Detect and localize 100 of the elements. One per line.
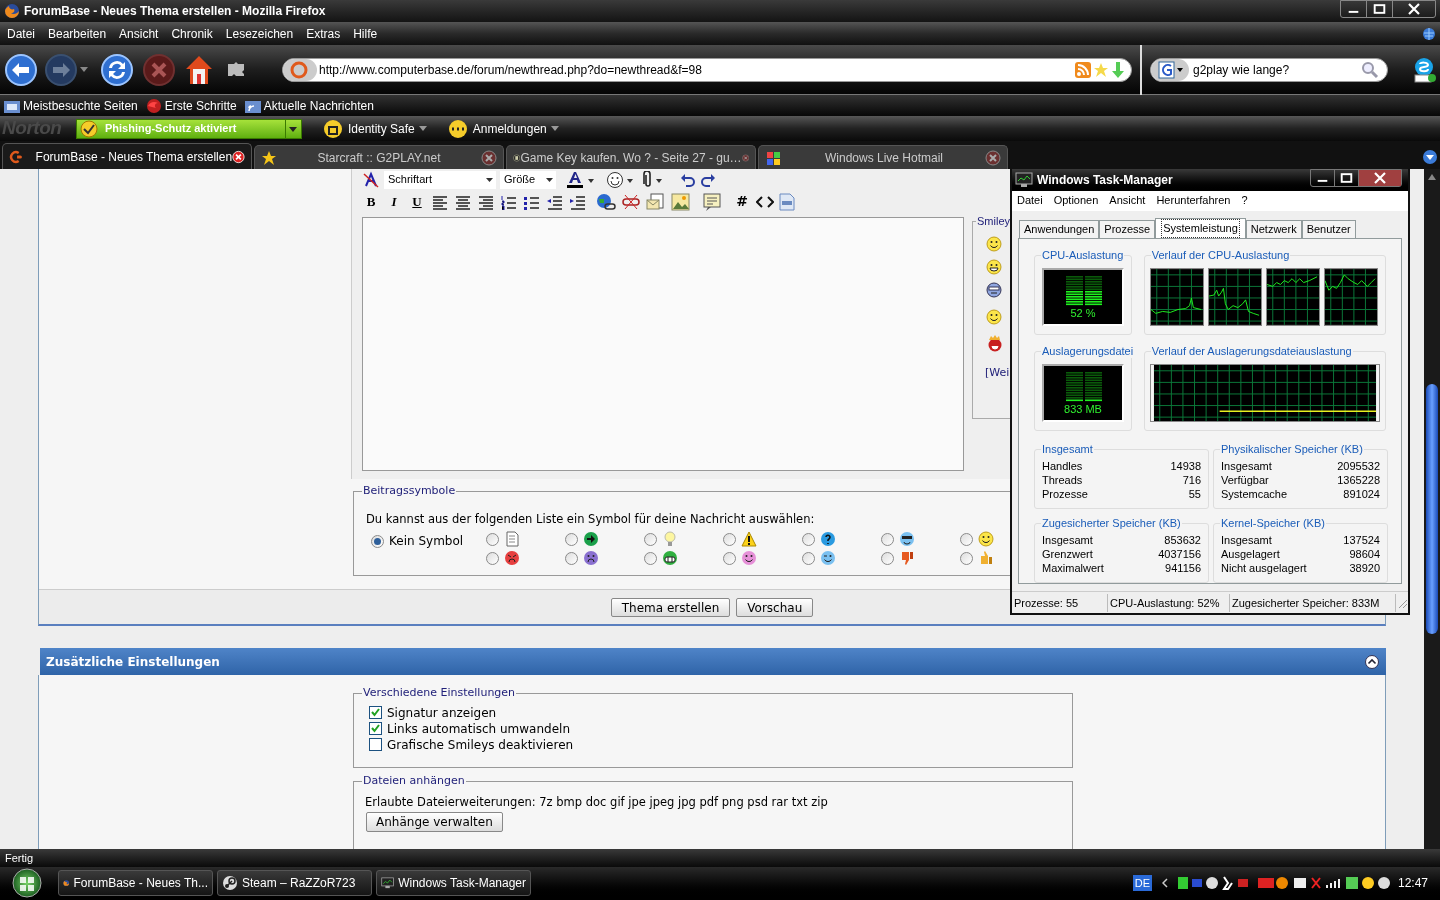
menu-item[interactable]: Chronik bbox=[171, 24, 213, 43]
bookmark-link[interactable]: Meistbesuchte Seiten bbox=[23, 96, 138, 115]
system-tray-icons[interactable] bbox=[1161, 874, 1390, 892]
caret-icon[interactable] bbox=[80, 66, 88, 73]
radio-button[interactable] bbox=[565, 551, 578, 565]
radio-button[interactable] bbox=[960, 551, 973, 565]
radio-button[interactable] bbox=[486, 532, 499, 546]
unlink-icon[interactable] bbox=[621, 192, 641, 211]
google-icon[interactable] bbox=[1151, 58, 1189, 81]
radio-button[interactable] bbox=[881, 532, 894, 546]
checkbox[interactable] bbox=[369, 706, 382, 719]
menu-item[interactable]: Ansicht bbox=[1109, 192, 1146, 209]
tab[interactable]: Benutzer bbox=[1301, 220, 1356, 239]
link-icon[interactable] bbox=[596, 192, 616, 211]
indent-icon[interactable] bbox=[569, 193, 587, 210]
radio-button[interactable] bbox=[802, 532, 815, 546]
menu-item[interactable]: Lesezeichen bbox=[225, 24, 294, 43]
scrollbar[interactable] bbox=[1424, 169, 1440, 849]
star-icon bbox=[261, 149, 277, 166]
address-field[interactable]: http://www.computerbase.de/forum/newthread.php?do=newthread&f=98 bbox=[282, 57, 1132, 82]
browser-tab[interactable]: Starcraft :: G2PLAY.net bbox=[254, 145, 504, 169]
numbered-list-icon[interactable] bbox=[500, 193, 518, 210]
remove-format-icon[interactable] bbox=[362, 170, 380, 189]
menu-item[interactable]: Datei bbox=[1017, 192, 1043, 209]
stop-icon[interactable] bbox=[142, 52, 176, 87]
hash-button[interactable]: # bbox=[733, 192, 751, 211]
tab-list-icon[interactable] bbox=[1422, 149, 1438, 165]
radio-button[interactable] bbox=[960, 532, 973, 546]
menu-item[interactable]: Ansicht bbox=[119, 24, 159, 43]
tab[interactable]: Prozesse bbox=[1099, 220, 1156, 239]
radio-button[interactable] bbox=[486, 551, 499, 565]
toolbar-button[interactable]: Anmeldungen bbox=[446, 118, 559, 139]
search-icon[interactable] bbox=[1361, 60, 1379, 79]
php-icon[interactable] bbox=[779, 192, 795, 211]
menu-item[interactable]: Herunterfahren bbox=[1156, 192, 1231, 209]
tab[interactable]: Systemleistung bbox=[1155, 218, 1246, 239]
skype-icon[interactable] bbox=[1412, 56, 1436, 83]
radio-button[interactable] bbox=[644, 532, 657, 546]
form-button[interactable]: Vorschau bbox=[736, 597, 814, 617]
align-center-icon[interactable] bbox=[454, 193, 472, 210]
form-button[interactable]: Thema erstellen bbox=[610, 597, 731, 617]
menu-item[interactable]: Extras bbox=[306, 24, 341, 43]
smiley-icon[interactable] bbox=[986, 282, 1002, 298]
format-button[interactable]: I bbox=[385, 192, 403, 211]
radio-button[interactable] bbox=[565, 532, 578, 546]
browser-tab[interactable]: Game Key kaufen. Wo ? - Seite 27 - gu… bbox=[506, 145, 756, 169]
taskbar-button[interactable]: ForumBase - Neues Th... bbox=[58, 870, 213, 896]
tab[interactable]: Anwendungen bbox=[1019, 220, 1100, 239]
browser-tab[interactable]: Windows Live Hotmail bbox=[758, 145, 1008, 169]
more-smilies-link[interactable]: [Wei bbox=[985, 365, 1010, 382]
smiley-icon[interactable] bbox=[986, 259, 1002, 275]
close-icon[interactable] bbox=[1359, 170, 1401, 186]
image-icon[interactable] bbox=[671, 192, 691, 211]
size-dropdown[interactable]: Größe bbox=[500, 170, 556, 189]
bookmark-link[interactable]: Erste Schritte bbox=[164, 96, 237, 115]
manage-attachments-button[interactable]: Anhänge verwalten bbox=[366, 812, 503, 832]
smiley-icon[interactable] bbox=[986, 236, 1002, 252]
checkbox[interactable] bbox=[369, 738, 382, 751]
tab[interactable]: Netzwerk bbox=[1245, 220, 1302, 239]
browser-tab[interactable]: ForumBase - Neues Thema erstellen bbox=[2, 143, 252, 169]
radio-button[interactable] bbox=[881, 551, 894, 565]
align-right-icon[interactable] bbox=[477, 193, 495, 210]
radio-button[interactable] bbox=[644, 551, 657, 565]
format-button[interactable]: B bbox=[362, 192, 380, 211]
radio-button[interactable] bbox=[371, 534, 384, 548]
star-icon[interactable] bbox=[1093, 61, 1109, 78]
forward-icon[interactable] bbox=[44, 52, 78, 87]
menu-item[interactable]: ? bbox=[1241, 192, 1248, 209]
taskbar-button[interactable]: Steam – RaZZoR723 bbox=[217, 870, 372, 896]
menu-item[interactable]: Bearbeiten bbox=[48, 24, 107, 43]
text-color-icon[interactable] bbox=[566, 170, 596, 189]
bookmark-link[interactable]: Aktuelle Nachrichten bbox=[263, 96, 374, 115]
menu-item[interactable]: Datei bbox=[7, 24, 35, 43]
search-field[interactable]: g2play wie lange? bbox=[1150, 57, 1388, 82]
menu-item[interactable]: Hilfe bbox=[353, 24, 378, 43]
smiley-icon[interactable] bbox=[986, 334, 1002, 352]
close-icon[interactable] bbox=[232, 148, 245, 165]
smiley-icon[interactable] bbox=[986, 309, 1002, 327]
menu-item[interactable]: Optionen bbox=[1053, 192, 1099, 209]
format-button[interactable]: U bbox=[408, 192, 426, 211]
outdent-icon[interactable] bbox=[546, 193, 564, 210]
radio-button[interactable] bbox=[802, 551, 815, 565]
redo-icon[interactable] bbox=[700, 172, 716, 187]
collapse-icon[interactable] bbox=[1364, 653, 1380, 670]
checkbox[interactable] bbox=[369, 722, 382, 735]
taskbar-button[interactable]: Windows Task-Manager bbox=[376, 870, 531, 896]
undo-icon[interactable] bbox=[680, 172, 696, 187]
smiley-icon[interactable] bbox=[606, 170, 636, 189]
back-icon[interactable] bbox=[4, 52, 38, 87]
align-left-icon[interactable] bbox=[431, 193, 449, 210]
quote-icon[interactable] bbox=[702, 192, 722, 211]
scrollbar-thumb[interactable] bbox=[1426, 384, 1438, 634]
language-indicator[interactable]: DE bbox=[1132, 874, 1152, 892]
home-icon[interactable] bbox=[184, 53, 214, 86]
reload-icon[interactable] bbox=[100, 52, 134, 87]
radio-button[interactable] bbox=[723, 551, 736, 565]
font-dropdown[interactable]: Schriftart bbox=[384, 170, 496, 189]
code-icon[interactable] bbox=[756, 193, 774, 210]
toolbar-button[interactable]: Identity Safe bbox=[322, 118, 427, 139]
radio-button[interactable] bbox=[723, 532, 736, 546]
